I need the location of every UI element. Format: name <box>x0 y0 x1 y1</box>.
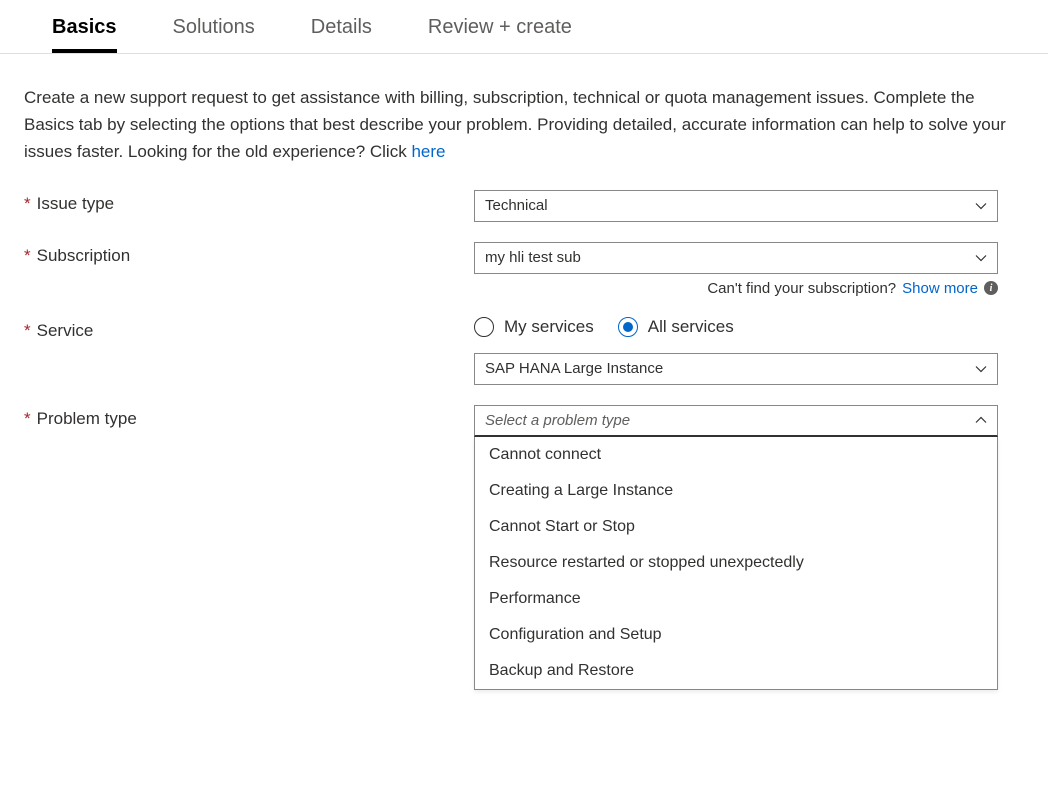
problem-type-placeholder: Select a problem type <box>485 412 975 429</box>
problem-type-select[interactable]: Select a problem type <box>474 405 998 437</box>
issue-type-label: * Issue type <box>24 190 474 214</box>
subscription-label: * Subscription <box>24 242 474 266</box>
radio-label: My services <box>504 317 594 337</box>
subscription-help: Can't find your subscription? Show more … <box>474 280 998 297</box>
intro-paragraph: Create a new support request to get assi… <box>24 84 1024 166</box>
service-value: SAP HANA Large Instance <box>485 360 975 377</box>
intro-text: Create a new support request to get assi… <box>24 88 1006 161</box>
problem-type-label: * Problem type <box>24 405 474 429</box>
required-marker: * <box>24 194 31 214</box>
radio-all-services[interactable]: All services <box>618 317 734 337</box>
chevron-down-icon <box>975 252 987 264</box>
radio-icon <box>618 317 638 337</box>
tabs-bar: Basics Solutions Details Review + create <box>24 0 1024 53</box>
problem-option[interactable]: Cannot connect <box>475 437 997 473</box>
subscription-value: my hli test sub <box>485 249 975 266</box>
problem-option[interactable]: Backup and Restore <box>475 653 997 689</box>
required-marker: * <box>24 246 31 266</box>
radio-label: All services <box>648 317 734 337</box>
chevron-up-icon <box>975 414 987 426</box>
info-icon[interactable]: i <box>984 281 998 295</box>
tab-details[interactable]: Details <box>311 16 372 53</box>
service-select[interactable]: SAP HANA Large Instance <box>474 353 998 385</box>
issue-type-value: Technical <box>485 197 975 214</box>
chevron-down-icon <box>975 200 987 212</box>
problem-type-dropdown: Cannot connect Creating a Large Instance… <box>474 437 998 690</box>
old-experience-link[interactable]: here <box>411 142 445 161</box>
show-more-link[interactable]: Show more <box>902 280 978 297</box>
required-marker: * <box>24 321 31 341</box>
tab-basics[interactable]: Basics <box>52 16 117 53</box>
service-label: * Service <box>24 317 474 341</box>
problem-option[interactable]: Configuration and Setup <box>475 617 997 653</box>
subscription-help-text: Can't find your subscription? <box>707 280 896 297</box>
problem-option[interactable]: Resource restarted or stopped unexpected… <box>475 545 997 581</box>
radio-icon <box>474 317 494 337</box>
problem-option[interactable]: Performance <box>475 581 997 617</box>
tabs-divider <box>0 53 1048 54</box>
subscription-select[interactable]: my hli test sub <box>474 242 998 274</box>
required-marker: * <box>24 409 31 429</box>
problem-option[interactable]: Cannot Start or Stop <box>475 509 997 545</box>
problem-option[interactable]: Creating a Large Instance <box>475 473 997 509</box>
radio-my-services[interactable]: My services <box>474 317 594 337</box>
tab-review-create[interactable]: Review + create <box>428 16 572 53</box>
tab-solutions[interactable]: Solutions <box>173 16 255 53</box>
issue-type-select[interactable]: Technical <box>474 190 998 222</box>
service-scope-radios: My services All services <box>474 317 998 337</box>
chevron-down-icon <box>975 363 987 375</box>
